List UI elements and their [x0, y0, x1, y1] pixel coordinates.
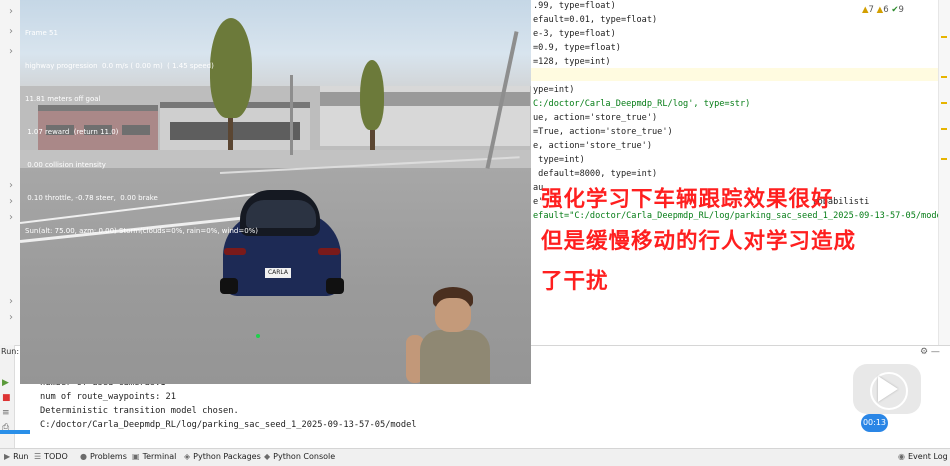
tool-python-packages-label: Python Packages: [193, 452, 261, 461]
tool-problems[interactable]: ● Problems: [80, 452, 127, 461]
caption-line-3: 了干扰: [541, 269, 609, 294]
playback-time: 00:13: [861, 414, 888, 432]
pedestrian-head: [435, 298, 471, 332]
weak-warning-count: 6: [883, 5, 889, 15]
tool-terminal-label: Terminal: [142, 452, 177, 461]
stripe-mark[interactable]: [941, 158, 947, 160]
hud-line: 11.81 meters off goal: [25, 95, 101, 103]
hud-line: Sun(alt: 75.00, azm: 0.00) Storm(clouds=…: [25, 227, 259, 235]
tree: [360, 60, 384, 130]
stripe-mark[interactable]: [941, 36, 947, 38]
packages-icon: ◈: [184, 452, 191, 461]
stripe-mark[interactable]: [941, 102, 947, 104]
expand-arrow-icon[interactable]: ›: [9, 196, 13, 207]
tool-terminal[interactable]: ▣ Terminal: [132, 452, 176, 461]
expand-arrow-icon[interactable]: ›: [9, 312, 13, 323]
tire: [326, 278, 344, 294]
event-log-icon: ◉: [898, 452, 905, 461]
expand-arrow-icon[interactable]: ›: [9, 6, 13, 17]
list-icon: ☰: [34, 452, 42, 461]
expand-arrow-icon[interactable]: ›: [9, 212, 13, 223]
tool-run-label: Run: [13, 452, 29, 461]
code-line: .99, type=float): [533, 1, 616, 11]
waypoint-marker: [256, 334, 260, 338]
code-line: e, action='store_true'): [533, 141, 652, 151]
simulator-video[interactable]: CARLA Frame 51 highway progression 0.0 m…: [20, 0, 531, 384]
console-line: Deterministic transition model chosen.: [40, 406, 239, 416]
terminal-icon: ▣: [132, 452, 140, 461]
python-icon: ◆: [264, 452, 271, 461]
expand-arrow-icon[interactable]: ›: [9, 180, 13, 191]
code-line: ype=int): [533, 85, 575, 95]
current-line-highlight: [530, 68, 950, 81]
tail-light: [318, 248, 340, 255]
settings-icon[interactable]: ≡: [2, 408, 10, 418]
hud-line: Frame 51: [25, 29, 58, 37]
tool-python-packages[interactable]: ◈ Python Packages: [184, 452, 261, 461]
rerun-icon[interactable]: ▶: [2, 378, 9, 388]
tool-run[interactable]: ▶ Run: [4, 452, 29, 461]
tire: [220, 278, 238, 294]
warning-count: 7: [868, 5, 874, 15]
caption-line-2: 但是缓慢移动的行人对学习造成: [541, 229, 857, 254]
hud-line: 0.10 throttle, -0.78 steer, 0.00 brake: [25, 194, 158, 202]
console-line: C:/doctor/Carla_Deepmdp_RL/log/parking_s…: [40, 420, 417, 430]
code-line: efault=0.01, type=float): [533, 15, 658, 25]
code-line: =0.9, type=float): [533, 43, 621, 53]
tool-window-bar: ▶ Run ☰ TODO ● Problems ▣ Terminal ◈ Python P…: [0, 448, 950, 466]
tool-event-log[interactable]: ◉ Event Log: [898, 452, 948, 461]
project-tree-gutter: › › › › › › › ›: [0, 0, 21, 345]
code-line: default=8000, type=int): [533, 169, 658, 179]
expand-arrow-icon[interactable]: ›: [9, 296, 13, 307]
play-icon: [878, 376, 898, 402]
console-output[interactable]: number of used cameras:1 num of route_wa…: [40, 378, 417, 434]
tool-python-console-label: Python Console: [273, 452, 336, 461]
pedestrian: [420, 330, 490, 384]
tool-event-log-label: Event Log: [907, 452, 948, 461]
inspection-widget[interactable]: ▲7 ▲6 ✔9: [862, 5, 904, 15]
console-line: num of route_waypoints: 21: [40, 392, 176, 402]
stripe-mark[interactable]: [941, 128, 947, 130]
run-icon: ▶: [4, 452, 11, 461]
license-plate: CARLA: [265, 268, 291, 278]
code-line: ue, action='store_true'): [533, 113, 658, 123]
run-title: Run:: [1, 347, 20, 356]
stop-icon[interactable]: ■: [2, 393, 11, 403]
code-line: =True, action='store_true'): [533, 127, 673, 137]
tool-todo-label: TODO: [44, 452, 68, 461]
hud-line: 1.07 reward (return 11.0): [25, 128, 119, 136]
hud-line: highway progression 0.0 m/s ( 0.00 m) ( …: [25, 62, 214, 70]
stripe-mark[interactable]: [941, 76, 947, 78]
caption-line-1: 强化学习下车辆跟踪效果很好: [541, 187, 834, 212]
hud-line: 0.00 collision intensity: [25, 161, 106, 169]
hud-overlay: Frame 51 highway progression 0.0 m/s ( 0…: [25, 6, 258, 259]
settings-gear-icon[interactable]: ⚙ —: [920, 347, 940, 357]
code-line: =128, type=int): [533, 57, 611, 67]
code-line: e-3, type=float): [533, 29, 616, 39]
street-lamp-pole: [290, 75, 293, 155]
tool-python-console[interactable]: ◆ Python Console: [264, 452, 335, 461]
video-progress-bar[interactable]: [0, 430, 30, 434]
code-line: type=int): [533, 155, 585, 165]
expand-arrow-icon[interactable]: ›: [9, 46, 13, 57]
problems-icon: ●: [80, 452, 87, 461]
expand-arrow-icon[interactable]: ›: [9, 26, 13, 37]
error-stripe[interactable]: [938, 0, 950, 345]
tool-problems-label: Problems: [89, 452, 127, 461]
check-count: 9: [898, 5, 904, 15]
code-line: C:/doctor/Carla_Deepmdp_RL/log', type=st…: [533, 99, 751, 109]
tool-todo[interactable]: ☰ TODO: [34, 452, 68, 461]
